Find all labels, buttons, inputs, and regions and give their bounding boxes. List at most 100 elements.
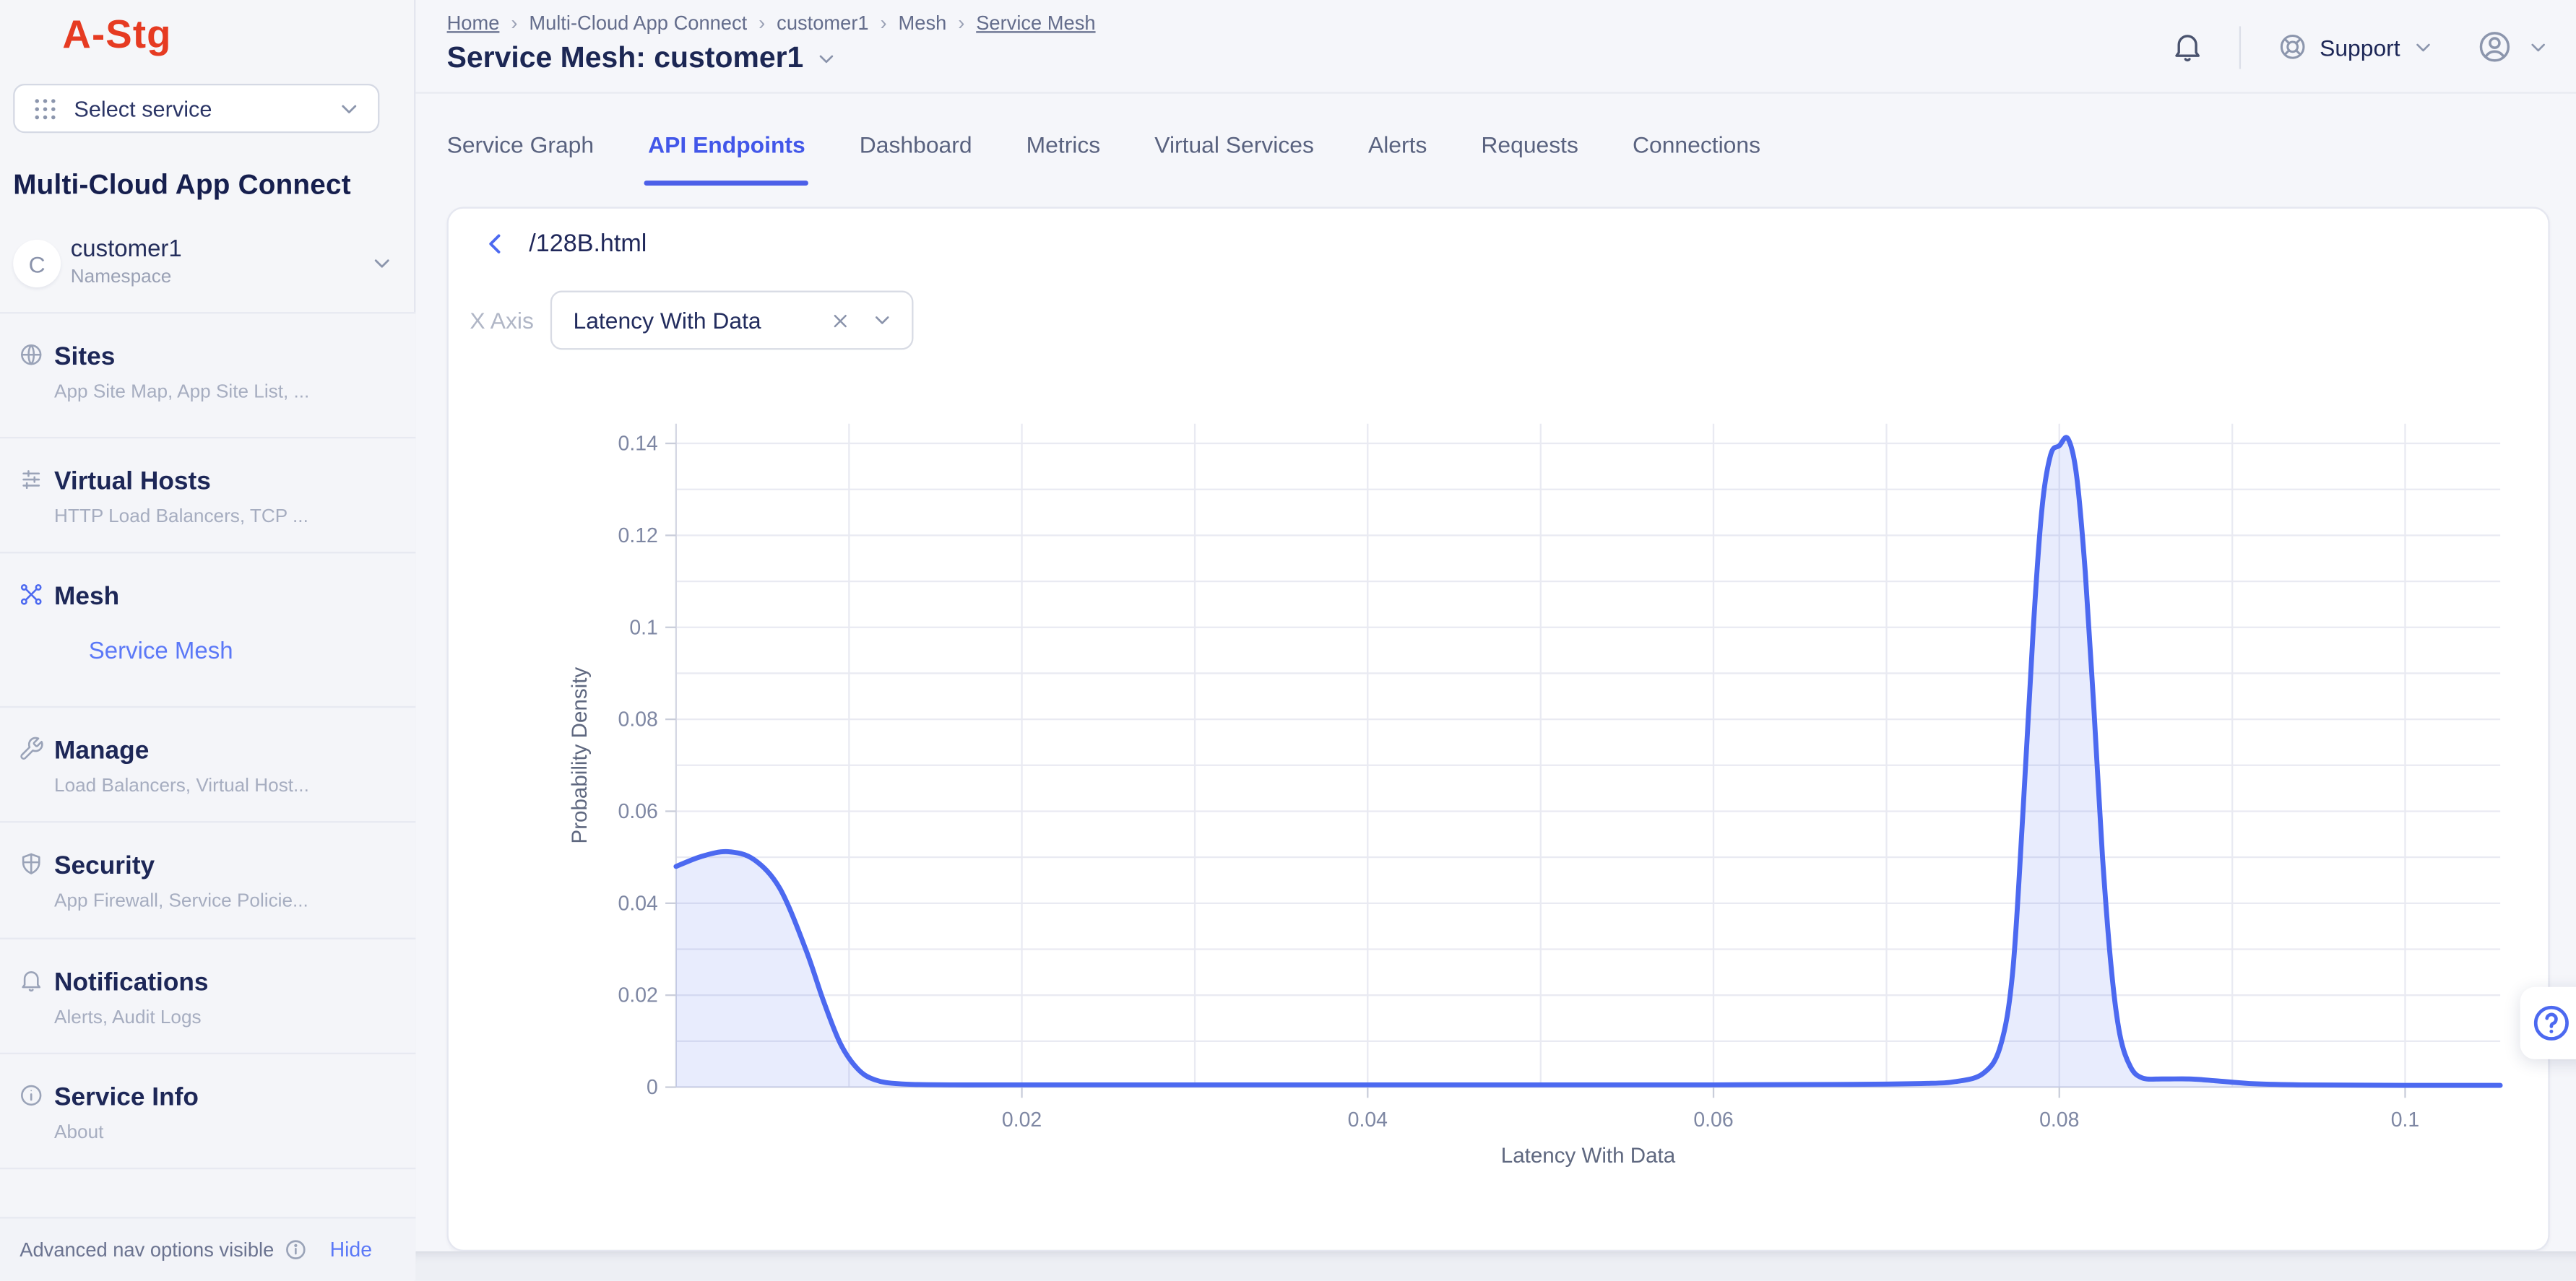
tab-dashboard[interactable]: Dashboard [860,131,972,186]
sidebar-item-subtitle: HTTP Load Balancers, TCP ... [54,505,396,529]
breadcrumb-item[interactable]: Service Mesh [976,12,1095,35]
sidebar-item-subtitle: App Site Map, App Site List, ... [54,381,396,404]
mesh-icon [18,581,44,607]
life-ring-icon [2277,31,2308,62]
svg-text:0.08: 0.08 [618,708,658,731]
namespace-selector[interactable]: C customer1 Namespace [0,218,415,312]
svg-text:Latency With Data: Latency With Data [1501,1144,1676,1168]
info-icon[interactable] [284,1238,307,1262]
chevron-down-icon [2412,35,2435,58]
svg-text:Probability Density: Probability Density [568,667,592,844]
sidebar-spacer [0,1168,415,1219]
tab-api-endpoints[interactable]: API Endpoints [648,131,805,186]
tab-virtual-services[interactable]: Virtual Services [1154,131,1314,186]
sidebar-item-label: Mesh [54,581,396,612]
sidebar-item-virtual-hosts[interactable]: Virtual Hosts HTTP Load Balancers, TCP ..… [0,437,415,552]
svg-text:0: 0 [647,1076,658,1099]
svg-text:0.02: 0.02 [1002,1108,1042,1132]
help-button[interactable] [2520,987,2576,1059]
sidebar-item-label: Manage [54,736,396,767]
breadcrumb-item[interactable]: Multi-Cloud App Connect [529,12,747,35]
svg-text:0.04: 0.04 [618,892,658,915]
question-icon [2530,1002,2572,1044]
sidebar-item-label: Sites [54,342,396,373]
chevron-down-icon [2527,35,2550,58]
namespace-avatar: C [13,240,61,287]
svg-text:0.12: 0.12 [618,524,658,547]
chevron-down-icon [370,251,394,276]
page-title: Service Mesh: customer1 [447,41,804,76]
density-chart: 0 0.02 0.04 0.06 0.08 0.1 0.12 0.14 0.02 0.04 0.06… [449,209,2551,1253]
support-label: Support [2320,34,2400,60]
tab-service-graph[interactable]: Service Graph [447,131,595,186]
tab-requests[interactable]: Requests [1481,131,1578,186]
sidebar-item-subtitle: About [54,1121,396,1145]
breadcrumb-item[interactable]: customer1 [777,12,868,35]
svg-text:0.14: 0.14 [618,433,658,456]
namespace-type-label: Namespace [71,268,172,287]
hosts-icon [18,466,44,492]
breadcrumb: Home › Multi-Cloud App Connect › customer1 › M… [447,12,1096,35]
page-title-row: Service Mesh: customer1 [447,41,839,76]
svg-text:0.1: 0.1 [629,616,658,639]
sidebar-item-subtitle: Alerts, Audit Logs [54,1007,396,1030]
sidebar-item-subtitle: Load Balancers, Virtual Host... [54,775,396,798]
tab-alerts[interactable]: Alerts [1368,131,1427,186]
breadcrumb-separator: › [958,12,964,35]
breadcrumb-item[interactable]: Mesh [899,12,947,35]
wrench-icon [18,736,44,762]
service-selector-placeholder: Select service [74,96,337,121]
sidebar-item-label: Virtual Hosts [54,466,396,498]
svg-text:0.06: 0.06 [618,800,658,823]
user-menu[interactable] [2476,28,2549,66]
namespace-name: customer1 [71,236,182,262]
sidebar-footer: Advanced nav options visible Hide [0,1217,415,1281]
breadcrumb-item[interactable]: Home [447,12,500,35]
tab-metrics[interactable]: Metrics [1026,131,1101,186]
sidebar-nav: Sites App Site Map, App Site List, ... Vir… [0,312,415,1218]
globe-icon [18,342,44,368]
sidebar-item-notifications[interactable]: Notifications Alerts, Audit Logs [0,938,415,1053]
sidebar-item-label: Notifications [54,968,396,999]
breadcrumb-separator: › [511,12,517,35]
svg-text:0.06: 0.06 [1693,1108,1733,1132]
brand-logo: A-Stg [62,13,171,59]
sidebar-item-manage[interactable]: Manage Load Balancers, Virtual Host... [0,706,415,821]
sidebar-item-subtitle: App Firewall, Service Policie... [54,890,396,913]
sidebar-item-mesh[interactable]: Mesh Service Mesh [0,552,415,706]
sidebar-item-security[interactable]: Security App Firewall, Service Policie... [0,821,415,937]
shield-icon [18,851,44,877]
hide-nav-link[interactable]: Hide [330,1238,372,1262]
bell-icon [18,968,44,994]
user-avatar-icon [2476,28,2513,66]
sidebar-heading: Multi-Cloud App Connect [13,169,407,201]
advanced-nav-label: Advanced nav options visible [20,1238,274,1262]
breadcrumb-separator: › [881,12,887,35]
header-actions: Support [2170,0,2549,94]
chevron-down-icon[interactable] [815,47,838,70]
svg-text:0.02: 0.02 [618,984,658,1007]
sidebar-item-label: Service Info [54,1082,396,1113]
breadcrumb-separator: › [758,12,765,35]
sidebar-sublink-service-mesh[interactable]: Service Mesh [89,639,396,665]
svg-text:0.04: 0.04 [1348,1108,1388,1132]
svg-text:0.1: 0.1 [2391,1108,2420,1132]
endpoint-card: /128B.html X Axis Latency With Data 00.0… [447,207,2550,1251]
sidebar-item-sites[interactable]: Sites App Site Map, App Site List, ... [0,312,415,437]
grid-icon [31,95,59,123]
sidebar: A-Stg Select service Multi-Cloud App Con… [0,0,415,1281]
chevron-down-icon [337,96,361,121]
app-root: A-Stg Select service Multi-Cloud App Con… [0,0,2576,1281]
tab-bar: Service Graph API Endpoints Dashboard Metri… [447,131,1760,186]
page-bottom-strip [415,1251,2576,1281]
info-icon [18,1082,44,1108]
notifications-bell-icon[interactable] [2170,30,2205,64]
header-divider [2239,25,2241,68]
sidebar-item-label: Security [54,851,396,882]
top-header: Home › Multi-Cloud App Connect › customer1 › M… [415,0,2576,94]
support-menu[interactable]: Support [2277,31,2434,62]
service-selector[interactable]: Select service [13,84,379,133]
svg-text:0.08: 0.08 [2039,1108,2079,1132]
sidebar-item-service-info[interactable]: Service Info About [0,1053,415,1168]
tab-connections[interactable]: Connections [1633,131,1760,186]
